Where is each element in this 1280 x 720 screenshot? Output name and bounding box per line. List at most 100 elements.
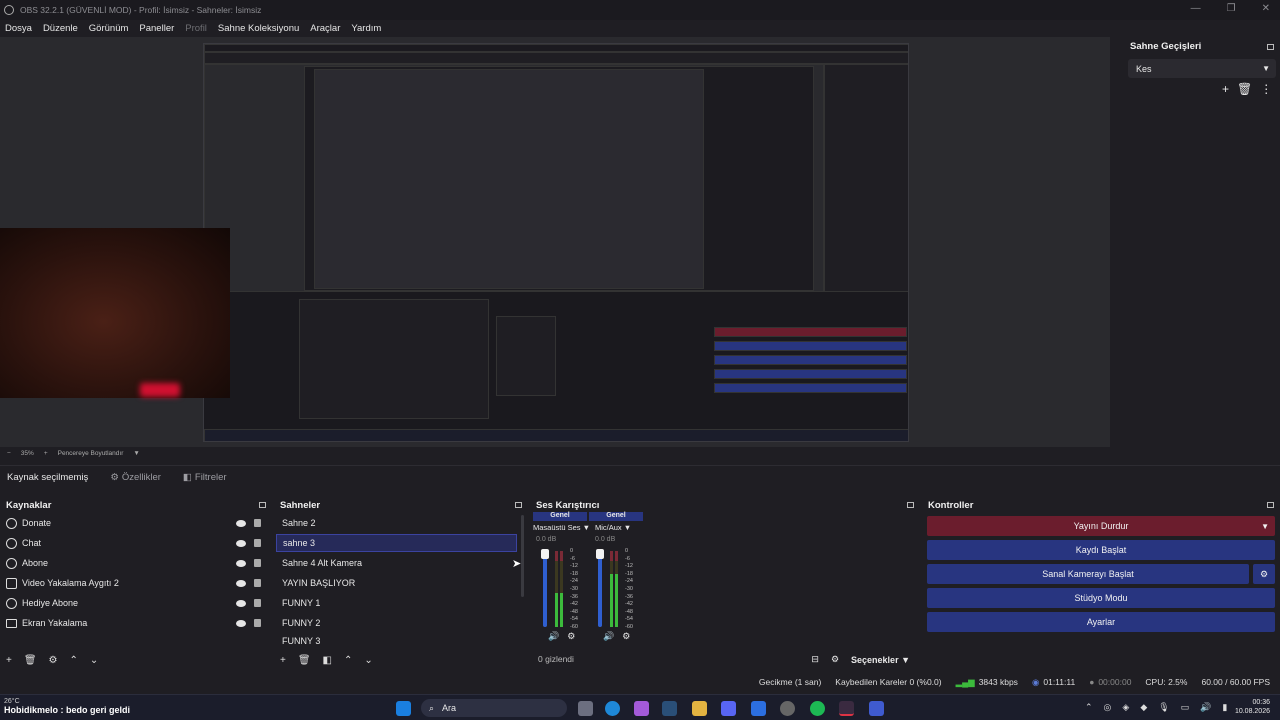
start-record-button[interactable]: Kaydı Başlat (927, 540, 1275, 560)
move-up-icon[interactable]: ⌃ (344, 655, 352, 666)
channel-name-select[interactable]: Masaüstü Ses ▼ (533, 523, 590, 532)
move-down-icon[interactable]: ⌄ (90, 655, 98, 666)
properties-button[interactable]: ⚙ Özellikler (110, 472, 161, 483)
trash-icon[interactable]: 🗑 (24, 655, 37, 666)
add-icon[interactable]: + (280, 655, 286, 666)
source-item[interactable]: Chat (6, 534, 268, 552)
speaker-icon[interactable]: 🔊 (603, 631, 614, 642)
add-icon[interactable]: + (6, 655, 12, 666)
stop-stream-button[interactable]: Yayını Durdur ▼ (927, 516, 1275, 536)
steam-icon[interactable] (662, 701, 677, 716)
move-down-icon[interactable]: ⌄ (364, 655, 372, 666)
tray-chevron-up-icon[interactable]: ⌃ (1085, 702, 1093, 713)
scrollbar[interactable] (521, 515, 524, 597)
menu-edit[interactable]: Düzenle (43, 23, 78, 34)
filters-button[interactable]: ◧ Filtreler (183, 472, 227, 483)
menu-docks[interactable]: Paneller (139, 23, 174, 34)
channel-settings-icon[interactable]: ⚙ (622, 631, 630, 642)
settings-app-icon[interactable] (869, 701, 884, 716)
gear-icon[interactable]: ⚙ (49, 655, 58, 666)
eye-icon[interactable] (236, 519, 246, 527)
scene-item-selected[interactable]: sahne 3 (276, 534, 517, 552)
tray-speaker-icon[interactable]: 🔊 (1200, 702, 1211, 713)
scene-item[interactable]: FUNNY 3 (276, 634, 517, 648)
volume-knob[interactable] (541, 549, 549, 559)
undock-icon[interactable] (907, 502, 914, 508)
spotify-icon[interactable] (810, 701, 825, 716)
eye-icon[interactable] (236, 619, 246, 627)
discord-icon[interactable] (721, 701, 736, 716)
scene-item[interactable]: YAYIN BAŞLIYOR (276, 574, 517, 592)
more-icon[interactable]: ⋮ (1260, 82, 1272, 96)
lock-icon[interactable] (254, 579, 261, 587)
tray-app-icon[interactable]: ◎ (1104, 702, 1112, 713)
undock-icon[interactable] (259, 502, 266, 508)
move-up-icon[interactable]: ⌃ (70, 655, 78, 666)
source-item[interactable]: Video Yakalama Aygıtı 2 (6, 574, 268, 592)
scene-item[interactable]: FUNNY 2 (276, 614, 517, 632)
tray-app-icon[interactable]: ◈ (1122, 702, 1129, 713)
store-icon[interactable] (751, 701, 766, 716)
studio-mode-button[interactable]: Stüdyo Modu (927, 588, 1275, 608)
file-explorer-icon[interactable] (692, 701, 707, 716)
windows-start-icon[interactable] (396, 701, 411, 716)
chevron-down-icon[interactable]: ▼ (1261, 522, 1269, 531)
undock-icon[interactable] (1267, 502, 1274, 508)
trash-icon[interactable]: 🗑 (1237, 82, 1252, 96)
tray-display-icon[interactable]: ▭ (1181, 702, 1190, 713)
options-button[interactable]: Seçenekler ▼ (851, 655, 910, 665)
app-icon[interactable] (780, 701, 795, 716)
zoom-out-icon[interactable]: − (7, 450, 11, 457)
filter-icon[interactable]: ◧ (323, 655, 332, 666)
speaker-icon[interactable]: 🔊 (548, 631, 559, 642)
eye-icon[interactable] (236, 559, 246, 567)
tray-mic-icon[interactable]: 🎙 (1158, 702, 1169, 713)
menu-tools[interactable]: Araçlar (310, 23, 340, 34)
taskbar-search[interactable]: ⌕ Ara (421, 699, 567, 717)
chevron-down-icon[interactable]: ▼ (133, 450, 139, 457)
maximize-icon[interactable]: ❐ (1227, 3, 1236, 14)
channel-name-select[interactable]: Mic/Aux ▼ (589, 523, 643, 532)
task-view-icon[interactable] (578, 701, 593, 716)
zoom-in-icon[interactable]: + (44, 450, 48, 457)
weather-temp[interactable]: 26°C (4, 698, 20, 705)
channel-settings-icon[interactable]: ⚙ (567, 631, 575, 642)
minimize-icon[interactable]: — (1191, 3, 1201, 14)
settings-button[interactable]: Ayarlar (927, 612, 1275, 632)
close-icon[interactable]: ✕ (1262, 3, 1270, 14)
scene-item[interactable]: FUNNY 1 (276, 594, 517, 612)
transition-select[interactable]: Kes ▼ (1128, 59, 1276, 78)
eye-icon[interactable] (236, 539, 246, 547)
tray-app-icon[interactable]: ◆ (1140, 702, 1147, 713)
eye-icon[interactable] (236, 579, 246, 587)
layout-icon[interactable]: ⊟ (811, 654, 819, 665)
eye-icon[interactable] (236, 599, 246, 607)
volume-knob[interactable] (596, 549, 604, 559)
edge-icon[interactable] (605, 701, 620, 716)
lock-icon[interactable] (254, 599, 261, 607)
menu-help[interactable]: Yardım (351, 23, 381, 34)
settings-icon[interactable]: ⚙ (831, 654, 839, 665)
lock-icon[interactable] (254, 519, 261, 527)
scene-item[interactable]: Sahne 2 (276, 514, 517, 532)
add-icon[interactable]: + (1222, 82, 1229, 96)
tray-battery-icon[interactable]: ▮ (1222, 702, 1227, 713)
menu-profile[interactable]: Profil (185, 23, 207, 34)
undock-icon[interactable] (515, 502, 522, 508)
preview-canvas[interactable] (203, 43, 909, 442)
trash-icon[interactable]: 🗑 (298, 655, 311, 666)
obs-taskbar-icon[interactable] (839, 701, 854, 716)
scene-item[interactable]: Sahne 4 Alt Kamera (276, 554, 517, 572)
menu-file[interactable]: Dosya (5, 23, 32, 34)
undock-icon[interactable] (1267, 43, 1274, 50)
lock-icon[interactable] (254, 539, 261, 547)
virtual-cam-settings-button[interactable]: ⚙ (1253, 564, 1275, 584)
source-item[interactable]: Hediye Abone (6, 594, 268, 612)
source-item[interactable]: Abone (6, 554, 268, 572)
zoom-fit-select[interactable]: Pencereye Boyutlandır (58, 450, 124, 457)
lock-icon[interactable] (254, 619, 261, 627)
menu-view[interactable]: Görünüm (89, 23, 129, 34)
source-item[interactable]: Ekran Yakalama (6, 614, 268, 632)
copilot-icon[interactable] (634, 701, 649, 716)
menu-scene-collection[interactable]: Sahne Koleksiyonu (218, 23, 299, 34)
